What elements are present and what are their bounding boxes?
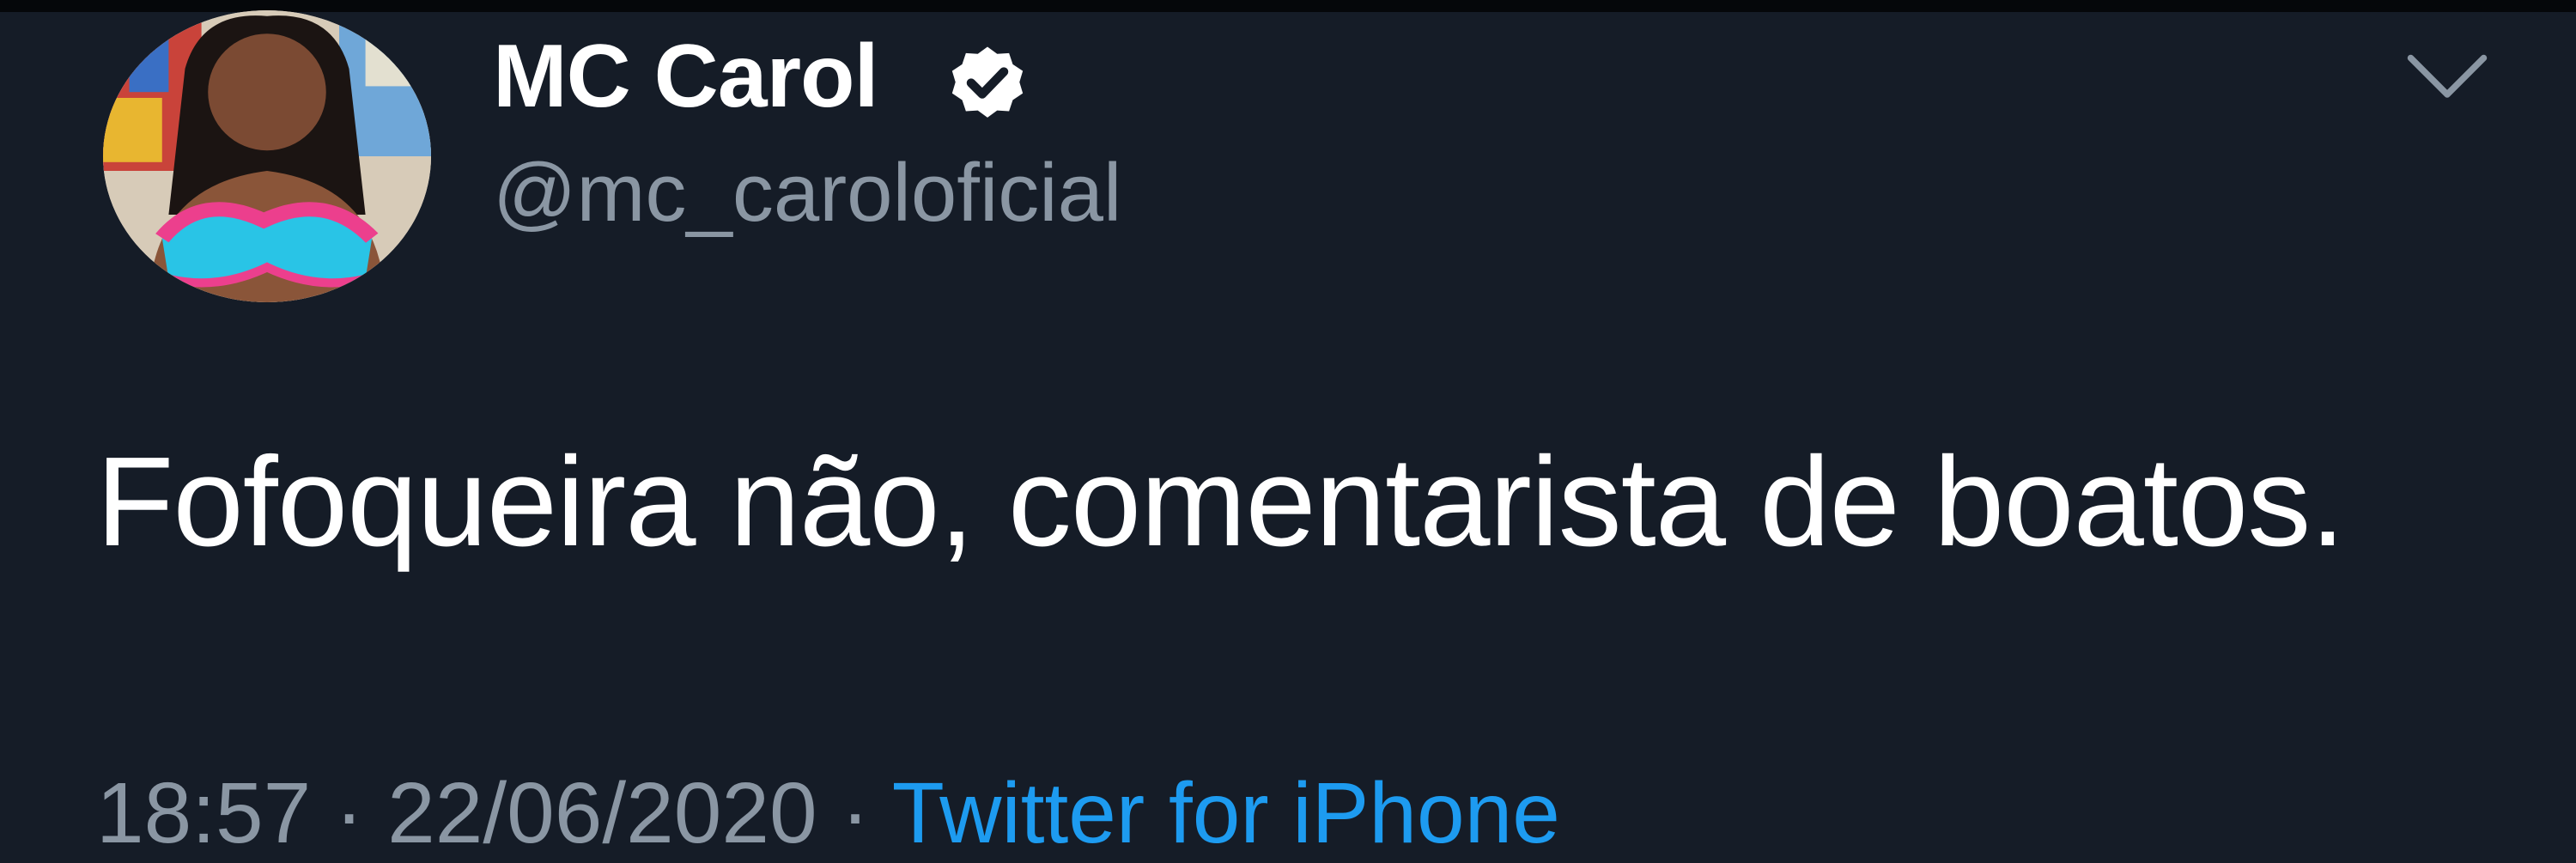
chevron-down-icon[interactable] [2404,52,2490,103]
tweet-time[interactable]: 18:57 [96,765,311,861]
display-name[interactable]: MC Carol [493,26,878,128]
tweet-text: Fofoqueira não, comentarista de boatos. [96,431,2345,573]
avatar-image [103,10,431,302]
separator-dot: · [817,765,892,861]
tweet-metadata: 18:57 · 22/06/2020 · Twitter for iPhone [96,764,1560,863]
separator-dot: · [311,765,388,861]
top-bar [0,0,2576,12]
avatar[interactable] [103,10,431,302]
tweet-source-link[interactable]: Twitter for iPhone [892,765,1560,861]
verified-badge-icon [951,46,1024,118]
tweet-date[interactable]: 22/06/2020 [387,765,817,861]
username-handle[interactable]: @mc_caroloficial [493,146,1121,240]
